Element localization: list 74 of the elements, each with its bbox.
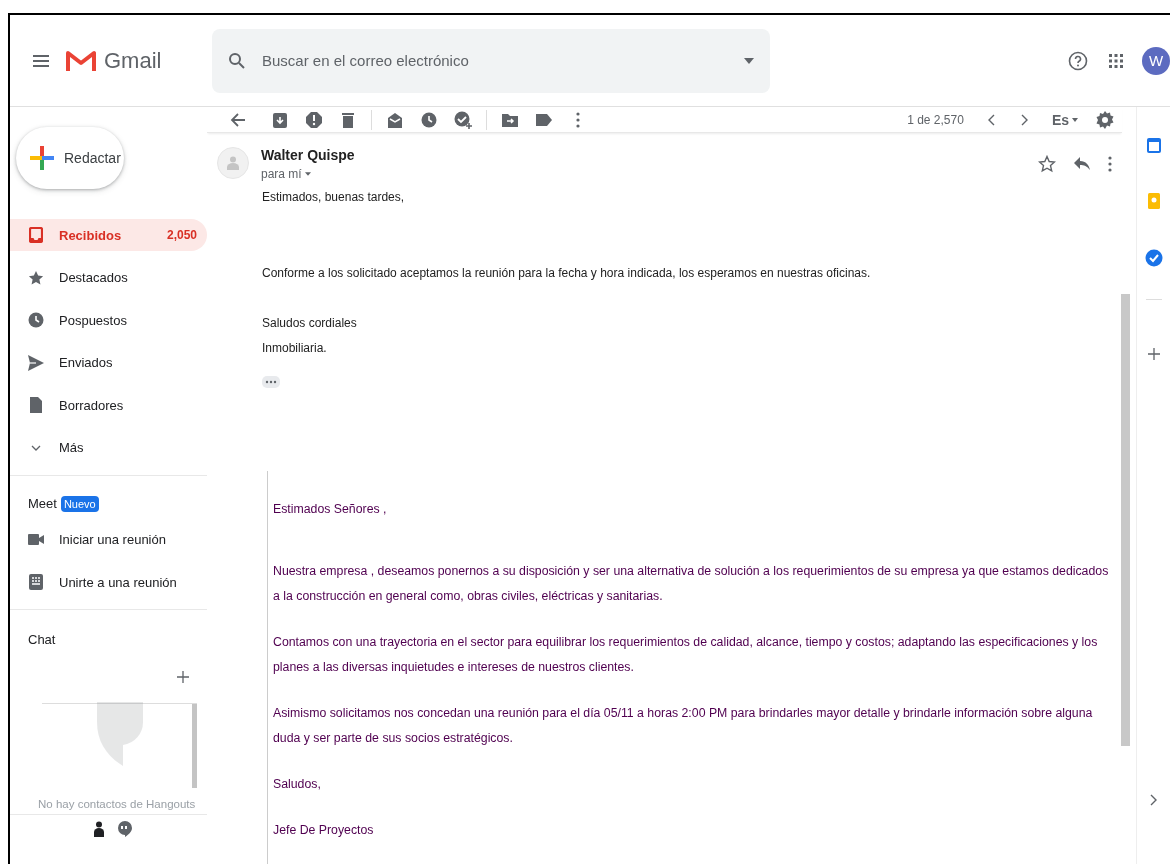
keyboard-icon[interactable] — [29, 574, 43, 591]
menu-icon[interactable] — [32, 53, 50, 68]
clock-icon[interactable] — [421, 111, 437, 128]
label-icon[interactable] — [536, 113, 552, 126]
new-badge: Nuevo — [60, 495, 99, 512]
reply-icon[interactable] — [1074, 157, 1090, 171]
folder-move-icon[interactable] — [502, 112, 518, 127]
settings-icon[interactable] — [1096, 110, 1114, 129]
star-icon[interactable] — [1038, 155, 1056, 173]
folder-item[interactable]: Más — [10, 431, 207, 464]
send-icon[interactable] — [28, 354, 44, 371]
quoted-paragraph: Asimismo solicitamos nos concedan una reunión para el día 05/11 a horas 2:00 PM para brindarles mayor detalle y brindarle información sobre alguna duda y ser parte de sus socios estratégicos. — [273, 705, 1094, 747]
section-title: Meet — [28, 496, 57, 512]
folder-item[interactable]: Destacados — [10, 261, 207, 294]
clock-icon[interactable] — [28, 312, 44, 329]
quoted-paragraph: Contamos con una trayectoria en el sector para equilibrar los requerimientos de calidad, alcance, tiempo y costos; adaptando las especificaciones y los planes a las diversas inquietudes e intereses de nuestros clientes. — [273, 634, 1099, 676]
video-camera-icon[interactable] — [28, 534, 44, 546]
help-icon[interactable] — [1068, 50, 1088, 71]
folder-item[interactable]: Enviados — [10, 346, 207, 379]
calendar-icon[interactable] — [1146, 137, 1161, 153]
quoted-paragraph: Estimados Señores , — [273, 501, 388, 518]
message-paragraph: Saludos cordiales Inmobiliaria. — [262, 315, 358, 357]
apps-grid-icon[interactable] — [1108, 52, 1124, 69]
chevron-left-icon[interactable] — [986, 113, 995, 126]
chevron-right-icon[interactable] — [1149, 794, 1158, 806]
speech-bubble-icon[interactable] — [118, 820, 132, 837]
trash-icon[interactable] — [342, 111, 354, 128]
plus-icon — [30, 146, 54, 170]
recipient-text: para mí — [261, 167, 302, 181]
scrollbar[interactable] — [1121, 294, 1130, 746]
folder-item[interactable]: Borradores — [10, 389, 207, 422]
quoted-paragraph: Jefe De Proyectos — [273, 822, 375, 839]
meet-item[interactable]: Iniciar una reunión — [10, 523, 207, 556]
envelope-icon[interactable] — [387, 111, 403, 128]
empty-contacts-text: No hay contactos de Hangouts — [37, 796, 197, 812]
sender-avatar — [217, 147, 249, 179]
search-icon[interactable] — [228, 51, 246, 70]
show-trimmed-button[interactable] — [262, 376, 280, 388]
message-paragraph: Estimados, buenas tardes, — [262, 189, 406, 206]
envelope-logo-icon[interactable] — [66, 48, 96, 73]
section-title: Chat — [27, 630, 57, 647]
report-spam-icon[interactable] — [306, 111, 322, 128]
caret-icon — [1072, 117, 1078, 122]
language-button[interactable]: Es — [1051, 111, 1078, 128]
product-name: Gmail — [104, 47, 163, 74]
search-options-caret-icon[interactable] — [744, 57, 754, 64]
back-arrow-icon[interactable] — [230, 111, 246, 128]
archive-icon[interactable] — [273, 111, 287, 128]
plus-icon[interactable] — [177, 670, 189, 683]
speech-bubble-drawing — [96, 701, 143, 766]
sender-name: Walter Quispe — [261, 147, 356, 163]
more-options-icon[interactable] — [576, 111, 580, 128]
chevron-down-icon[interactable] — [30, 443, 42, 452]
tasks-check-icon[interactable] — [1144, 249, 1163, 267]
plus-icon[interactable] — [1147, 348, 1160, 360]
search-field[interactable]: Buscar en el correo electrónico — [260, 51, 744, 70]
quoted-paragraph: Nuestra empresa , deseamos ponernos a su disposición y ser una alternativa de solución a los requerimientos de su empresa ya que estamos dedicados a la construcción en general como, obras civiles, eléctricas y sanitarias. — [273, 563, 1110, 605]
dropdown-caret-icon[interactable] — [304, 172, 311, 176]
folder-item[interactable]: Pospuestos — [10, 304, 207, 337]
search-bar[interactable]: Buscar en el correo electrónico — [212, 28, 770, 93]
inbox-icon[interactable] — [29, 227, 43, 243]
more-options-icon[interactable] — [1108, 156, 1112, 172]
chevron-right-icon[interactable] — [1020, 113, 1029, 126]
folder-item[interactable]: Recibidos 2,050 — [10, 219, 207, 251]
person-icon[interactable] — [94, 820, 104, 837]
quoted-paragraph: Saludos, — [273, 776, 322, 793]
document-icon[interactable] — [30, 397, 42, 414]
message-paragraph: Conforme a los solicitado aceptamos la reunión para la fecha y hora indicada, los esperamos en nuestras oficinas. — [262, 265, 872, 282]
pagination-text: 1 de 2,570 — [907, 112, 964, 127]
account-avatar[interactable]: W — [1142, 46, 1170, 75]
meet-item[interactable]: Unirte a una reunión — [10, 566, 207, 599]
star-icon[interactable] — [28, 269, 44, 286]
compose-button[interactable]: Redactar — [16, 127, 124, 189]
add-task-icon[interactable] — [454, 110, 472, 129]
